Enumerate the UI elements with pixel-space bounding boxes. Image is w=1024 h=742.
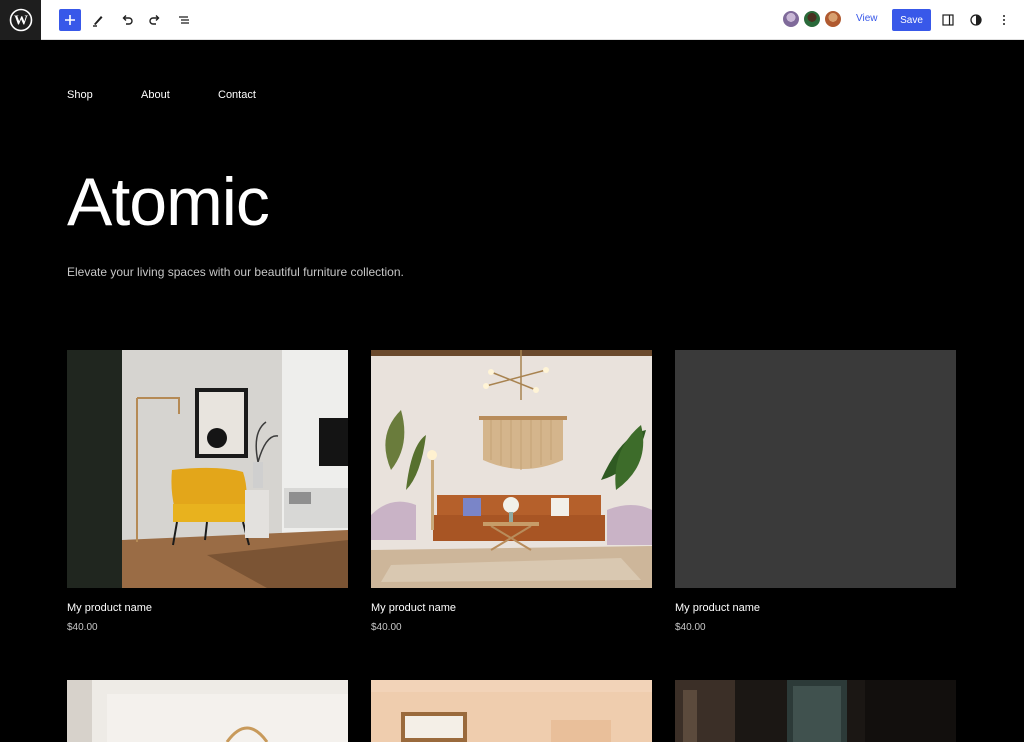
- add-block-button[interactable]: [59, 9, 81, 31]
- avatar[interactable]: [824, 10, 842, 28]
- list-view-icon: [179, 16, 189, 24]
- product-image[interactable]: [675, 680, 956, 742]
- editor-toolbar: W View Save: [0, 0, 1024, 40]
- wordpress-logo-icon[interactable]: W: [0, 0, 41, 40]
- tools-button[interactable]: [87, 9, 109, 31]
- more-vertical-icon: [1003, 15, 1005, 25]
- product-image-placeholder[interactable]: [675, 350, 956, 588]
- product-name[interactable]: My product name: [675, 602, 760, 614]
- sidebar-toggle-icon: [942, 14, 954, 26]
- avatar[interactable]: [782, 10, 800, 28]
- half-circle-icon: [970, 14, 982, 26]
- avatar[interactable]: [803, 10, 821, 28]
- undo-icon: [122, 15, 133, 25]
- site-tagline[interactable]: Elevate your living spaces with our beau…: [67, 265, 404, 279]
- site-title[interactable]: Atomic: [67, 168, 270, 236]
- redo-icon: [149, 15, 160, 25]
- svg-text:W: W: [14, 14, 28, 29]
- product-price: $40.00: [675, 622, 706, 633]
- product-price: $40.00: [67, 622, 98, 633]
- settings-sidebar-button[interactable]: [937, 9, 959, 31]
- nav-item-shop[interactable]: Shop: [67, 89, 93, 101]
- product-card[interactable]: My product name $40.00: [675, 350, 956, 633]
- styles-button[interactable]: [965, 9, 987, 31]
- product-image[interactable]: [67, 680, 348, 742]
- options-menu-button[interactable]: [993, 9, 1015, 31]
- pencil-icon: [93, 16, 103, 27]
- product-image[interactable]: [371, 350, 652, 588]
- save-button[interactable]: Save: [892, 9, 931, 31]
- plus-icon: [65, 15, 75, 25]
- redo-button[interactable]: [144, 9, 166, 31]
- list-view-button[interactable]: [173, 9, 195, 31]
- product-name[interactable]: My product name: [67, 602, 152, 614]
- product-image[interactable]: [67, 350, 348, 588]
- product-price: $40.00: [371, 622, 402, 633]
- product-image[interactable]: [371, 680, 652, 742]
- product-card[interactable]: My product name $40.00: [67, 350, 348, 633]
- product-name[interactable]: My product name: [371, 602, 456, 614]
- undo-button[interactable]: [116, 9, 138, 31]
- nav-item-contact[interactable]: Contact: [218, 89, 256, 101]
- product-card[interactable]: My product name $40.00: [371, 350, 652, 633]
- nav-item-about[interactable]: About: [141, 89, 170, 101]
- view-button[interactable]: View: [856, 13, 878, 24]
